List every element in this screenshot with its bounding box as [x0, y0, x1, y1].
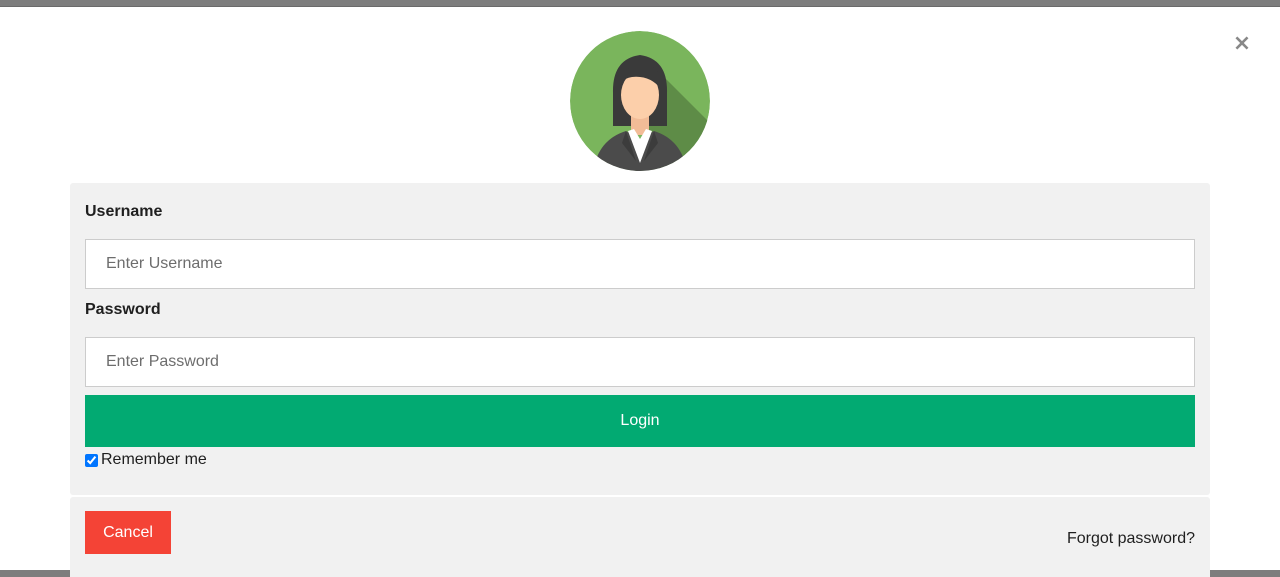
forgot-password-link[interactable]: Forgot password?	[1067, 530, 1195, 548]
password-input[interactable]	[85, 337, 1195, 387]
login-button[interactable]: Login	[85, 395, 1195, 447]
username-input[interactable]	[85, 239, 1195, 289]
remember-me-label: Remember me	[101, 451, 207, 468]
female-avatar-icon	[570, 31, 710, 171]
remember-me-checkbox[interactable]	[85, 453, 98, 467]
login-modal: × Username Enter Username Password Login…	[0, 6, 1280, 577]
login-footer-panel: Cancel Forgot password?	[70, 497, 1210, 577]
username-label: Username	[85, 203, 163, 220]
login-form-panel: Username Password Login Remember me	[70, 183, 1210, 495]
close-icon[interactable]: ×	[1232, 33, 1252, 55]
password-label: Password	[85, 301, 161, 318]
remember-me-row: Remember me	[85, 451, 207, 469]
cancel-button[interactable]: Cancel	[85, 511, 171, 554]
